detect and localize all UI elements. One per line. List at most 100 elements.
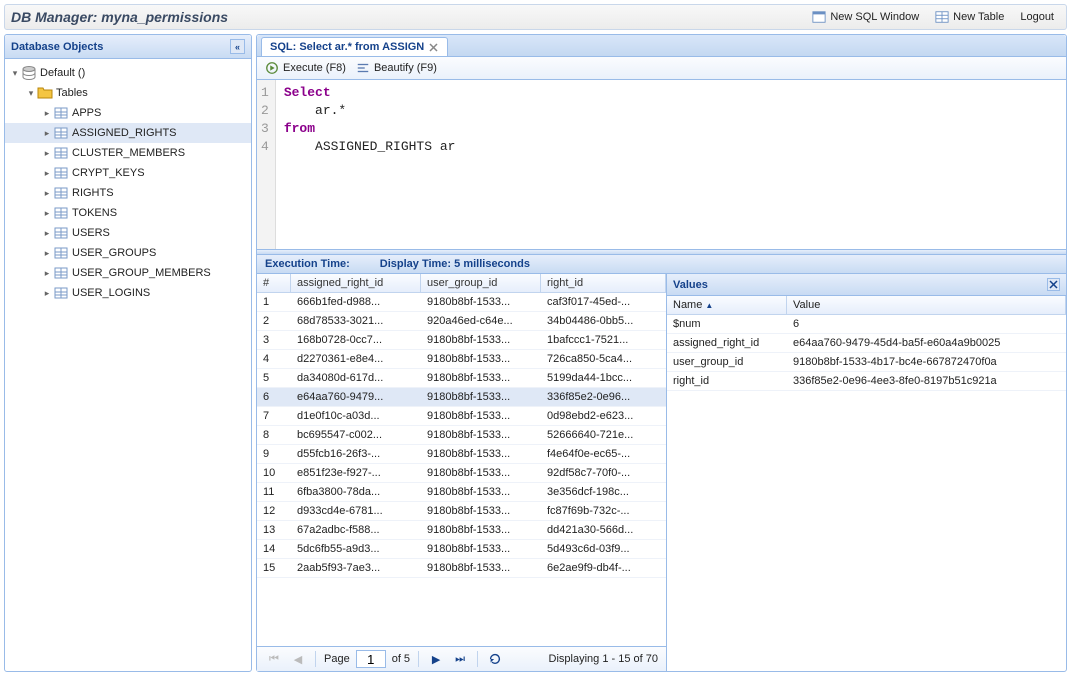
grid-cell: 9180b8bf-1533... <box>421 464 541 482</box>
tree-table-label: RIGHTS <box>72 187 114 199</box>
paging-summary: Displaying 1 - 15 of 70 <box>549 653 658 665</box>
tree-toggle-icon[interactable]: ▸ <box>41 248 53 259</box>
beautify-icon <box>356 61 370 75</box>
grid-cell: 68d78533-3021... <box>291 312 421 330</box>
tree-toggle-icon[interactable]: ▸ <box>41 128 53 139</box>
grid-cell: 920a46ed-c64e... <box>421 312 541 330</box>
tree-toggle-icon[interactable]: ▸ <box>41 168 53 179</box>
values-col-value[interactable]: Value <box>787 296 1066 314</box>
grid-row[interactable]: 152aab5f93-7ae3...9180b8bf-1533...6e2ae9… <box>257 559 666 578</box>
grid-cell: 3 <box>257 331 291 349</box>
page-prev-button[interactable]: ◀ <box>289 650 307 668</box>
tab-close-icon[interactable] <box>428 42 439 53</box>
tree-toggle-icon[interactable]: ▸ <box>41 188 53 199</box>
grid-cell: 5 <box>257 369 291 387</box>
values-close-icon[interactable] <box>1047 278 1060 291</box>
values-cell-name: right_id <box>667 372 787 390</box>
tree-toggle-icon[interactable]: ▾ <box>9 68 21 79</box>
page-first-button[interactable]: ⏮ <box>265 650 283 668</box>
tree-table-label: APPS <box>72 107 101 119</box>
grid-cell: 9180b8bf-1533... <box>421 445 541 463</box>
results-grid: # assigned_right_id user_group_id right_… <box>257 274 667 671</box>
editor-code[interactable]: Select ar.*from ASSIGNED_RIGHTS ar <box>276 80 464 249</box>
tree-table-tokens[interactable]: ▸TOKENS <box>5 203 251 223</box>
beautify-label: Beautify (F9) <box>374 62 437 74</box>
grid-cell: 92df58c7-70f0-... <box>541 464 666 482</box>
grid-row[interactable]: 12d933cd4e-6781...9180b8bf-1533...fc87f6… <box>257 502 666 521</box>
grid-row[interactable]: 1367a2adbc-f588...9180b8bf-1533...dd421a… <box>257 521 666 540</box>
sql-editor[interactable]: 1234 Select ar.*from ASSIGNED_RIGHTS ar <box>257 80 1066 250</box>
values-cell-value: 6 <box>787 315 1066 333</box>
grid-cell: dd421a30-566d... <box>541 521 666 539</box>
col-header-right-id[interactable]: right_id <box>541 274 666 292</box>
tree-table-apps[interactable]: ▸ APPS <box>5 103 251 123</box>
grid-row[interactable]: 4d2270361-e8e4...9180b8bf-1533...726ca85… <box>257 350 666 369</box>
grid-cell: 9180b8bf-1533... <box>421 521 541 539</box>
grid-row[interactable]: 5da34080d-617d...9180b8bf-1533...5199da4… <box>257 369 666 388</box>
grid-row[interactable]: 1666b1fed-d988...9180b8bf-1533...caf3f01… <box>257 293 666 312</box>
database-icon <box>21 65 37 81</box>
tree-toggle-icon[interactable]: ▸ <box>41 268 53 279</box>
grid-cell: 5dc6fb55-a9d3... <box>291 540 421 558</box>
page-refresh-button[interactable] <box>486 650 504 668</box>
tree-root-default[interactable]: ▾ Default () <box>5 63 251 83</box>
values-panel: Values Name▲ Value $num6assigned_right_i… <box>667 274 1066 671</box>
tree-table-crypt_keys[interactable]: ▸ CRYPT_KEYS <box>5 163 251 183</box>
tree-toggle-icon[interactable]: ▸ <box>41 108 53 119</box>
grid-row[interactable]: 268d78533-3021...920a46ed-c64e...34b0448… <box>257 312 666 331</box>
grid-row[interactable]: 7d1e0f10c-a03d...9180b8bf-1533...0d98ebd… <box>257 407 666 426</box>
logout-button[interactable]: Logout <box>1014 8 1060 26</box>
content-area: SQL: Select ar.* from ASSIGN Execute (F8… <box>256 34 1067 672</box>
tree-table-rights[interactable]: ▸ RIGHTS <box>5 183 251 203</box>
sidebar-collapse-button[interactable]: « <box>230 39 245 54</box>
grid-cell: d1e0f10c-a03d... <box>291 407 421 425</box>
new-sql-window-button[interactable]: New SQL Window <box>806 8 925 26</box>
tree-toggle-icon[interactable]: ▾ <box>25 88 37 99</box>
grid-cell: 4 <box>257 350 291 368</box>
tree-table-user_logins[interactable]: ▸USER_LOGINS <box>5 283 251 303</box>
execute-button[interactable]: Execute (F8) <box>265 61 346 75</box>
col-header-user-group-id[interactable]: user_group_id <box>421 274 541 292</box>
tree-table-users[interactable]: ▸USERS <box>5 223 251 243</box>
grid-cell: 9180b8bf-1533... <box>421 293 541 311</box>
tree-table-label: CRYPT_KEYS <box>72 167 145 179</box>
tree-tables-folder[interactable]: ▾ Tables <box>5 83 251 103</box>
editor-gutter: 1234 <box>257 80 276 249</box>
grid-row[interactable]: 3168b0728-0cc7...9180b8bf-1533...1bafccc… <box>257 331 666 350</box>
values-col-name[interactable]: Name▲ <box>667 296 787 314</box>
new-table-button[interactable]: New Table <box>929 8 1010 26</box>
grid-cell: 14 <box>257 540 291 558</box>
tree-table-user_groups[interactable]: ▸USER_GROUPS <box>5 243 251 263</box>
grid-cell: 2aab5f93-7ae3... <box>291 559 421 577</box>
grid-row[interactable]: 145dc6fb55-a9d3...9180b8bf-1533...5d493c… <box>257 540 666 559</box>
grid-row[interactable]: 8bc695547-c002...9180b8bf-1533...5266664… <box>257 426 666 445</box>
col-header-num[interactable]: # <box>257 274 291 292</box>
page-input[interactable] <box>356 650 386 668</box>
tree-toggle-icon[interactable]: ▸ <box>41 228 53 239</box>
values-row[interactable]: assigned_right_ide64aa760-9479-45d4-ba5f… <box>667 334 1066 353</box>
tree-table-cluster_members[interactable]: ▸CLUSTER_MEMBERS <box>5 143 251 163</box>
sort-asc-icon: ▲ <box>705 301 713 310</box>
page-next-button[interactable]: ▶ <box>427 650 445 668</box>
tree-toggle-icon[interactable]: ▸ <box>41 288 53 299</box>
values-row[interactable]: $num6 <box>667 315 1066 334</box>
tree-toggle-icon[interactable]: ▸ <box>41 148 53 159</box>
values-row[interactable]: right_id336f85e2-0e96-4ee3-8fe0-8197b51c… <box>667 372 1066 391</box>
values-row[interactable]: user_group_id9180b8bf-1533-4b17-bc4e-667… <box>667 353 1066 372</box>
page-last-button[interactable]: ⏭ <box>451 650 469 668</box>
grid-cell: 12 <box>257 502 291 520</box>
tree-toggle-icon[interactable]: ▸ <box>41 208 53 219</box>
grid-row[interactable]: 6e64aa760-9479...9180b8bf-1533...336f85e… <box>257 388 666 407</box>
col-header-assigned-right-id[interactable]: assigned_right_id <box>291 274 421 292</box>
grid-cell: 1 <box>257 293 291 311</box>
tree-table-user_group_members[interactable]: ▸USER_GROUP_MEMBERS <box>5 263 251 283</box>
values-title: Values <box>673 279 708 291</box>
tree-table-assigned_rights[interactable]: ▸ASSIGNED_RIGHTS <box>5 123 251 143</box>
grid-row[interactable]: 10e851f23e-f927-...9180b8bf-1533...92df5… <box>257 464 666 483</box>
grid-row[interactable]: 9d55fcb16-26f3-...9180b8bf-1533...f4e64f… <box>257 445 666 464</box>
beautify-button[interactable]: Beautify (F9) <box>356 61 437 75</box>
grid-cell: 7 <box>257 407 291 425</box>
grid-row[interactable]: 116fba3800-78da...9180b8bf-1533...3e356d… <box>257 483 666 502</box>
tab-sql-query[interactable]: SQL: Select ar.* from ASSIGN <box>261 37 448 56</box>
grid-cell: 9180b8bf-1533... <box>421 559 541 577</box>
